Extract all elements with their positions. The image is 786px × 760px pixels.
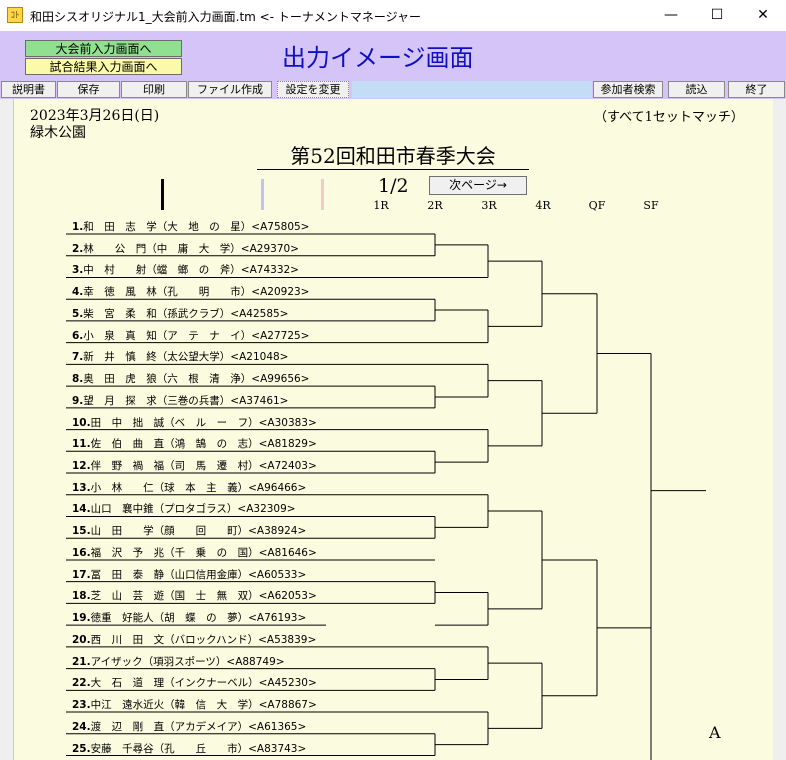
close-icon[interactable]: ✕ [740, 0, 786, 31]
toolbar-spacer [352, 81, 592, 98]
print-button[interactable]: 印刷 [121, 81, 187, 98]
load-button[interactable]: 読込 [668, 81, 725, 98]
results-input-screen-button[interactable]: 試合結果入力画面へ [25, 58, 182, 75]
left-margin [0, 99, 13, 760]
page-title: 出力イメージ画面 [282, 44, 474, 72]
toolbar: 説明書 保存 印刷 ファイル作成 設定を変更 参加者検索 読込 終了 [0, 80, 786, 99]
search-participants-button[interactable]: 参加者検索 [593, 81, 663, 98]
winner-mark: A [709, 723, 721, 742]
exit-button[interactable]: 終了 [728, 81, 785, 98]
minimize-icon[interactable]: — [648, 0, 694, 31]
window-title: 和田シスオリジナル1_大会前入力画面.tm <- トーナメントマネージャー [30, 10, 422, 24]
change-settings-button[interactable]: 設定を変更 [277, 81, 349, 98]
pre-input-screen-button[interactable]: 大会前入力画面へ [25, 40, 182, 57]
make-file-button[interactable]: ファイル作成 [188, 81, 272, 98]
maximize-icon[interactable]: ☐ [694, 0, 740, 31]
bracket-lines [66, 233, 706, 760]
manual-button[interactable]: 説明書 [1, 81, 56, 98]
window-title-bar: ｺﾄ 和田シスオリジナル1_大会前入力画面.tm <- トーナメントマネージャー… [0, 0, 786, 32]
header-band: 大会前入力画面へ 試合結果入力画面へ 出力イメージ画面 [0, 31, 786, 80]
vertical-scrollbar[interactable] [772, 99, 786, 760]
save-button[interactable]: 保存 [57, 81, 120, 98]
tournament-app-icon: ｺﾄ [7, 7, 23, 23]
bracket-sheet: 2023年3月26日(日) 緑木公園 （すべて1セットマッチ） 第52回和田市春… [13, 99, 773, 760]
